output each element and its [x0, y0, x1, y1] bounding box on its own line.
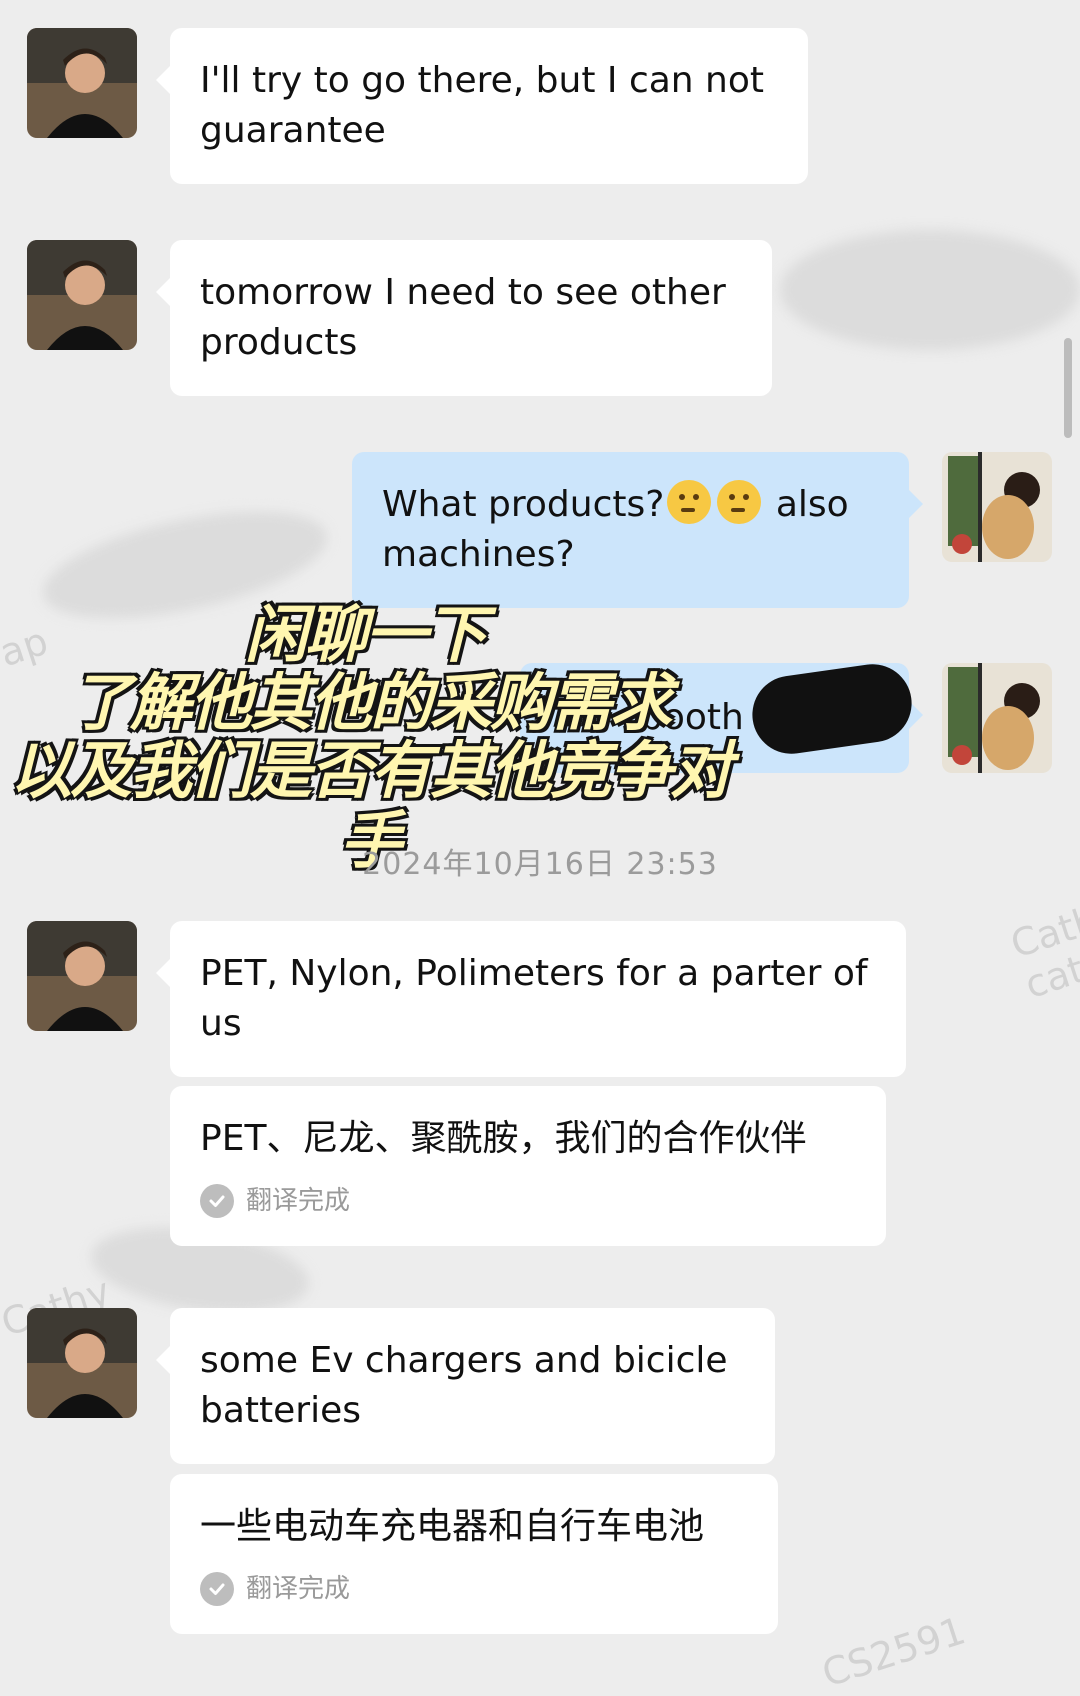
translation-status: 翻译完成: [200, 1184, 856, 1218]
translation-bubble[interactable]: PET、尼龙、聚酰胺，我们的合作伙伴 翻译完成: [170, 1086, 886, 1246]
translation-text: 一些电动车充电器和自行车电池: [200, 1506, 705, 1547]
contact-avatar[interactable]: [27, 1308, 137, 1418]
message-text: tomorrow I need to see other products: [200, 272, 726, 363]
message-bubble[interactable]: some Ev chargers and bicicle batteries: [156, 1308, 775, 1464]
blur-smudge: [780, 230, 1080, 350]
translation-status-label: 翻译完成: [246, 1186, 351, 1216]
contact-avatar[interactable]: [27, 240, 137, 350]
translation-status: 翻译完成: [200, 1572, 748, 1606]
contact-avatar[interactable]: [27, 28, 137, 138]
thinking-face-icon: [717, 480, 762, 524]
message-text: What products?: [382, 484, 665, 525]
translation-bubble[interactable]: 一些电动车充电器和自行车电池 翻译完成: [170, 1474, 778, 1634]
thinking-face-icon: [667, 480, 712, 524]
self-avatar[interactable]: [942, 452, 1052, 562]
overlay-caption-line-1: 闲聊一下: [243, 598, 488, 671]
message-bubble[interactable]: I'll try to go there, but I can not guar…: [156, 28, 808, 184]
message-bubble-self[interactable]: What products? also machines?: [352, 452, 923, 608]
check-icon: [200, 1184, 234, 1218]
translation-status-label: 翻译完成: [246, 1574, 351, 1604]
message-bubble[interactable]: PET, Nylon, Polimeters for a parter of u…: [156, 921, 906, 1077]
watermark: CS2591: [816, 1608, 971, 1696]
message-text: some Ev chargers and bicicle batteries: [200, 1340, 728, 1431]
scrollbar[interactable]: [1064, 338, 1072, 438]
watermark: ap: [0, 618, 54, 676]
self-avatar[interactable]: [942, 663, 1052, 773]
message-text: I'll try to go there, but I can not guar…: [200, 60, 765, 151]
translation-text: PET、尼龙、聚酰胺，我们的合作伙伴: [200, 1118, 807, 1159]
timestamp: 2024年10月16日 23:53: [362, 847, 718, 882]
check-icon: [200, 1572, 234, 1606]
contact-avatar[interactable]: [27, 921, 137, 1031]
message-text: PET, Nylon, Polimeters for a parter of u…: [200, 953, 868, 1044]
overlay-caption-line-2: 了解他其他的采购需求: [69, 666, 674, 739]
message-bubble[interactable]: tomorrow I need to see other products: [156, 240, 772, 396]
